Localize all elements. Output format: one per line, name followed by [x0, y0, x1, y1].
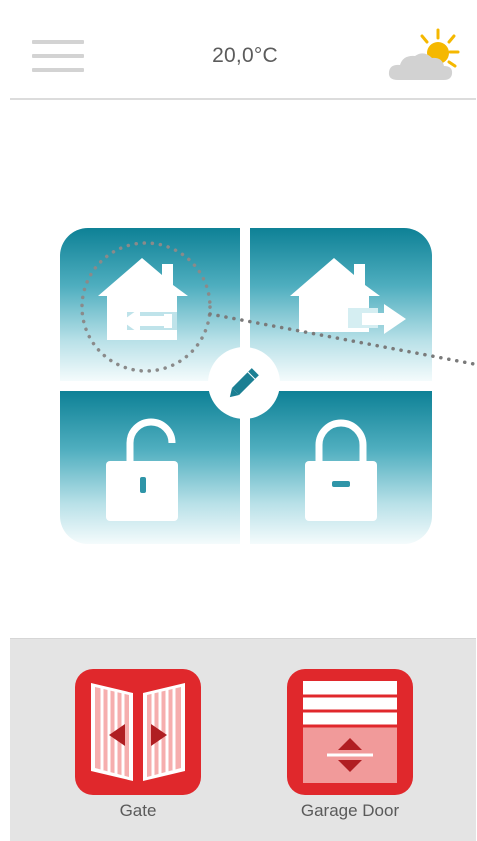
hamburger-menu-icon[interactable]: [32, 40, 84, 74]
partly-sunny-icon: [386, 28, 466, 84]
garage-door-button[interactable]: Garage Door: [260, 669, 440, 821]
garage-door-icon: [287, 669, 413, 795]
pencil-icon: [229, 368, 259, 398]
temperature-readout: 20,0°C: [212, 44, 278, 67]
garage-door-label: Garage Door: [300, 801, 400, 820]
gate-icon: [75, 669, 201, 795]
edit-button[interactable]: [208, 347, 280, 419]
gate-button[interactable]: Gate: [48, 669, 228, 821]
device-bar: Gate Garage Door: [10, 638, 476, 841]
top-bar: 20,0°C: [10, 0, 476, 100]
gate-label: Gate: [119, 801, 157, 820]
